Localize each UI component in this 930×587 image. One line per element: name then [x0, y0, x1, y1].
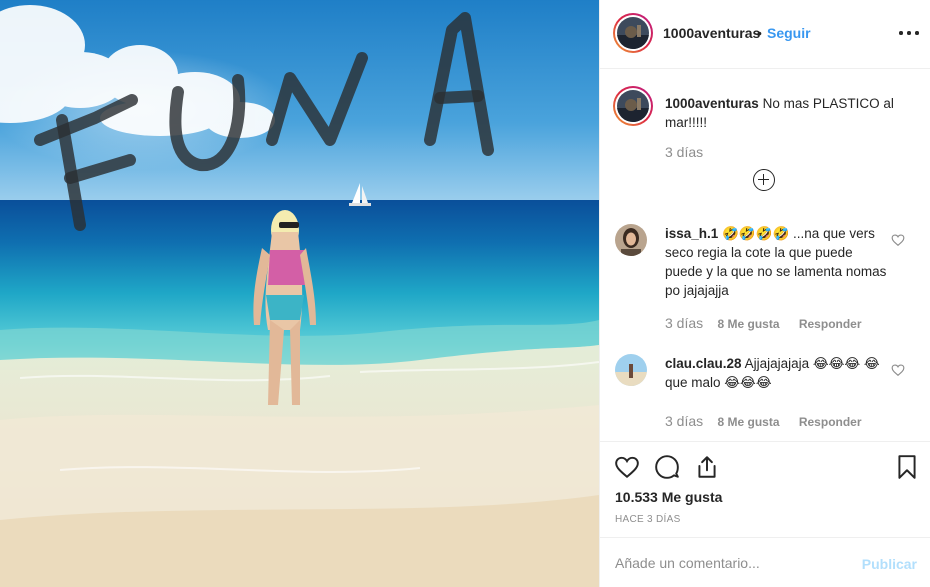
comment-composer: Publicar: [600, 537, 930, 587]
author-avatar[interactable]: [613, 13, 653, 53]
comment-text: clau.clau.28 Ajjajajajaja 😂😂😂 😂 que malo…: [665, 354, 890, 392]
comment-time[interactable]: 3 días: [665, 413, 703, 429]
heart-icon[interactable]: [891, 233, 905, 247]
commenter-avatar[interactable]: [615, 224, 647, 256]
caption-avatar[interactable]: [613, 86, 653, 126]
comment-likes[interactable]: 8 Me gusta: [717, 415, 779, 429]
publish-button[interactable]: Publicar: [862, 556, 917, 572]
author-username[interactable]: 1000aventuras: [663, 25, 760, 41]
reply-button[interactable]: Responder: [799, 317, 862, 331]
reply-button[interactable]: Responder: [799, 415, 862, 429]
comment-time[interactable]: 3 días: [665, 315, 703, 331]
comment-input[interactable]: [615, 552, 845, 574]
avatar-photo: [617, 90, 649, 122]
caption-text: 1000aventuras No mas PLASTICO al mar!!!!…: [665, 94, 905, 132]
heart-icon[interactable]: [614, 454, 640, 480]
post-viewer: 1000aventuras • Seguir 1000aventuras No …: [0, 0, 930, 587]
commenter-avatar[interactable]: [615, 354, 647, 386]
comment-meta: 3 días 8 Me gusta Responder: [665, 315, 862, 331]
separator-dot: •: [757, 25, 762, 41]
share-icon[interactable]: [694, 454, 720, 480]
comment-text: issa_h.1 🤣🤣🤣🤣 ...na que vers seco regia …: [665, 224, 890, 300]
likes-count[interactable]: 10.533 Me gusta: [615, 489, 722, 505]
beach-photo: [0, 0, 599, 587]
comment-username[interactable]: issa_h.1: [665, 226, 718, 241]
comment-icon[interactable]: [654, 454, 680, 480]
comment-meta: 3 días 8 Me gusta Responder: [665, 413, 862, 429]
comment-likes[interactable]: 8 Me gusta: [717, 317, 779, 331]
load-more-icon[interactable]: [753, 169, 775, 191]
avatar-photo: [617, 17, 649, 49]
post-image[interactable]: [0, 0, 599, 587]
caption-username[interactable]: 1000aventuras: [665, 96, 759, 111]
caption-time: 3 días: [665, 144, 704, 160]
more-options-icon[interactable]: [898, 23, 920, 41]
post-header: 1000aventuras • Seguir: [600, 0, 930, 69]
follow-button[interactable]: Seguir: [767, 25, 811, 41]
heart-icon[interactable]: [891, 363, 905, 377]
post-sidebar: 1000aventuras • Seguir 1000aventuras No …: [599, 0, 930, 587]
bookmark-icon[interactable]: [894, 454, 920, 480]
post-actions: 10.533 Me gusta HACE 3 DÍAS Publicar: [600, 441, 930, 587]
comment-username[interactable]: clau.clau.28: [665, 356, 742, 371]
post-age: HACE 3 DÍAS: [615, 514, 681, 525]
